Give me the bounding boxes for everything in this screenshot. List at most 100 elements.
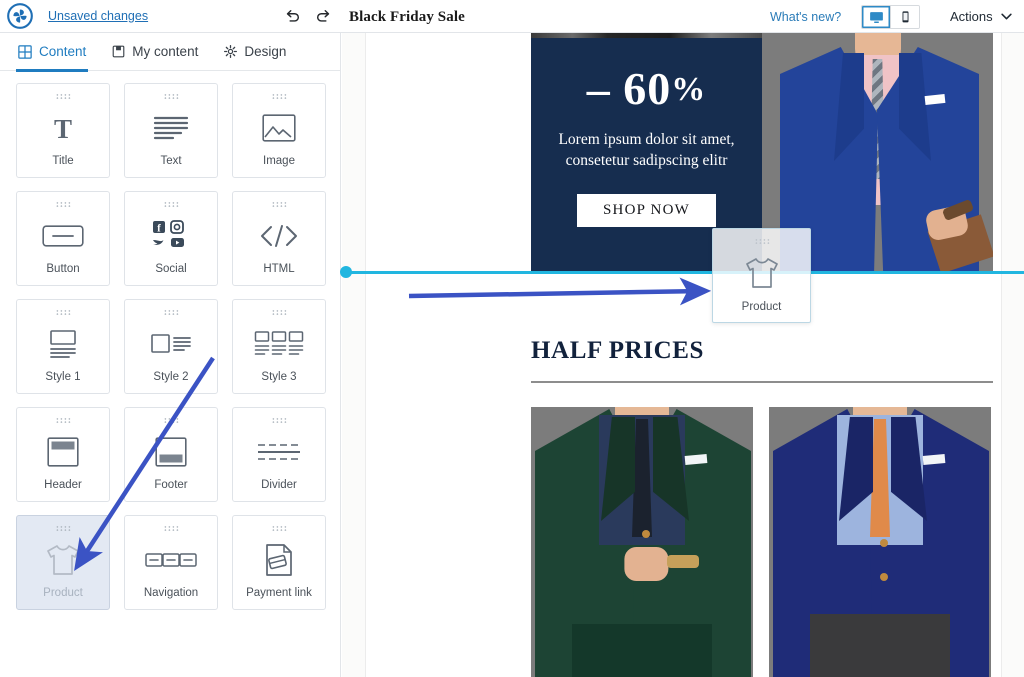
block-label: Navigation <box>143 586 199 599</box>
block-label: Style 1 <box>45 370 81 383</box>
drag-dots-icon <box>272 526 287 531</box>
half-prices-heading[interactable]: HALF PRICES <box>531 337 704 365</box>
right-button-top <box>880 539 888 547</box>
sidebar-tabs: Content My content Design <box>0 33 340 72</box>
mobile-phone-icon <box>902 11 908 23</box>
right-button-bottom <box>880 573 888 581</box>
brevo-pinwheel-logo[interactable] <box>6 2 34 30</box>
email-body: – 60% Lorem ipsum dolor sit amet, conset… <box>365 33 1002 677</box>
drag-dots-icon <box>56 310 71 315</box>
payment-block-art <box>233 532 325 588</box>
text-lines-icon <box>153 116 189 139</box>
drag-dots-icon <box>272 310 287 315</box>
left-watch <box>667 555 699 568</box>
tab-my-content-label: My content <box>132 44 199 59</box>
footer-layout-icon <box>155 437 187 467</box>
layout-style2-icon <box>151 333 191 353</box>
block-tile-product[interactable]: Product <box>16 515 110 610</box>
drag-dots-icon <box>164 94 179 99</box>
undo-arrow-icon[interactable] <box>283 7 301 25</box>
whats-new-link[interactable]: What's new? <box>770 10 841 24</box>
image-block-art <box>233 100 325 156</box>
divider-block-art <box>233 424 325 480</box>
discount-percent: % <box>671 71 707 108</box>
dragged-product-card[interactable]: Product <box>712 228 811 323</box>
drag-dots-icon <box>56 94 71 99</box>
banner-subtitle-line-2: consetetur sadipscing elitr <box>565 151 728 169</box>
product-image-left[interactable] <box>531 407 753 677</box>
block-label: Header <box>44 478 82 491</box>
layout-style3-icon <box>254 331 304 355</box>
redo-arrow-icon[interactable] <box>315 7 333 25</box>
block-tile-style-2[interactable]: Style 2 <box>124 299 218 394</box>
product-block-art <box>17 532 109 588</box>
document-title[interactable]: Black Friday Sale <box>349 9 465 26</box>
desktop-monitor-icon <box>869 11 883 23</box>
block-label: Social <box>155 262 187 275</box>
tab-content[interactable]: Content <box>15 33 89 72</box>
block-tile-payment-link[interactable]: Payment link <box>232 515 326 610</box>
product-image-right[interactable] <box>769 407 991 677</box>
drag-dots-icon <box>164 526 179 531</box>
device-mobile-button[interactable] <box>891 6 919 28</box>
drag-dots-icon <box>272 94 287 99</box>
content-blocks-sidebar: Content My content Design T Title Text I… <box>0 33 341 677</box>
style2-block-art <box>125 316 217 372</box>
block-tile-text[interactable]: Text <box>124 83 218 178</box>
banner-subtitle: Lorem ipsum dolor sit amet, consetetur s… <box>542 130 752 172</box>
block-label: Style 3 <box>261 370 297 383</box>
html-block-art <box>233 208 325 264</box>
tab-design[interactable]: Design <box>224 33 286 71</box>
gear-icon <box>224 45 238 58</box>
payment-card-icon <box>266 543 292 576</box>
block-tile-style-3[interactable]: Style 3 <box>232 299 326 394</box>
right-pants <box>810 614 950 677</box>
block-tile-image[interactable]: Image <box>232 83 326 178</box>
tab-content-label: Content <box>39 44 87 59</box>
tshirt-icon <box>47 544 79 575</box>
block-tile-header[interactable]: Header <box>16 407 110 502</box>
svg-text:f: f <box>157 222 161 234</box>
grid-blocks-icon <box>18 44 32 59</box>
tab-my-content[interactable]: My content <box>112 33 198 71</box>
block-tile-html[interactable]: HTML <box>232 191 326 286</box>
drag-dots-icon <box>272 418 287 423</box>
drag-dots-icon <box>56 418 71 423</box>
save-disk-icon <box>112 45 125 58</box>
button-pill-icon <box>42 225 84 247</box>
style1-block-art <box>17 316 109 372</box>
block-tile-footer[interactable]: Footer <box>124 407 218 502</box>
shop-now-button[interactable]: SHOP NOW <box>577 193 716 227</box>
left-pocket-square <box>684 454 708 465</box>
block-label: Title <box>52 154 74 167</box>
block-tile-divider[interactable]: Divider <box>232 407 326 502</box>
style3-block-art <box>233 316 325 372</box>
drag-dots-icon <box>164 418 179 423</box>
block-tile-style-1[interactable]: Style 1 <box>16 299 110 394</box>
banner-top-photo-strip <box>531 33 762 38</box>
block-tile-button[interactable]: Button <box>16 191 110 286</box>
discount-headline: – 60% <box>587 66 707 112</box>
title-block-art: T <box>17 100 109 156</box>
nav-segments-icon <box>145 553 197 567</box>
block-tile-title[interactable]: T Title <box>16 83 110 178</box>
history-buttons <box>283 7 333 25</box>
text-block-art <box>125 100 217 156</box>
drop-position-indicator-dot <box>340 266 352 278</box>
device-desktop-button[interactable] <box>862 6 890 28</box>
left-hand <box>624 547 669 581</box>
block-tile-social[interactable]: f Social <box>124 191 218 286</box>
block-label: Button <box>46 262 80 275</box>
chevron-down-icon <box>1000 13 1012 20</box>
block-tile-navigation[interactable]: Navigation <box>124 515 218 610</box>
drag-dots-icon <box>164 202 179 207</box>
email-canvas[interactable]: – 60% Lorem ipsum dolor sit amet, conset… <box>342 33 1024 677</box>
navigation-block-art <box>125 532 217 588</box>
app-top-bar: Unsaved changes Black Friday Sale What's… <box>0 0 1024 33</box>
svg-text:T: T <box>54 114 72 143</box>
actions-menu-button[interactable]: Actions <box>950 9 1012 24</box>
unsaved-changes-link[interactable]: Unsaved changes <box>48 9 148 23</box>
drag-dots-icon <box>56 202 71 207</box>
drag-dots-icon <box>755 239 769 244</box>
drop-position-indicator-line <box>342 271 1024 274</box>
